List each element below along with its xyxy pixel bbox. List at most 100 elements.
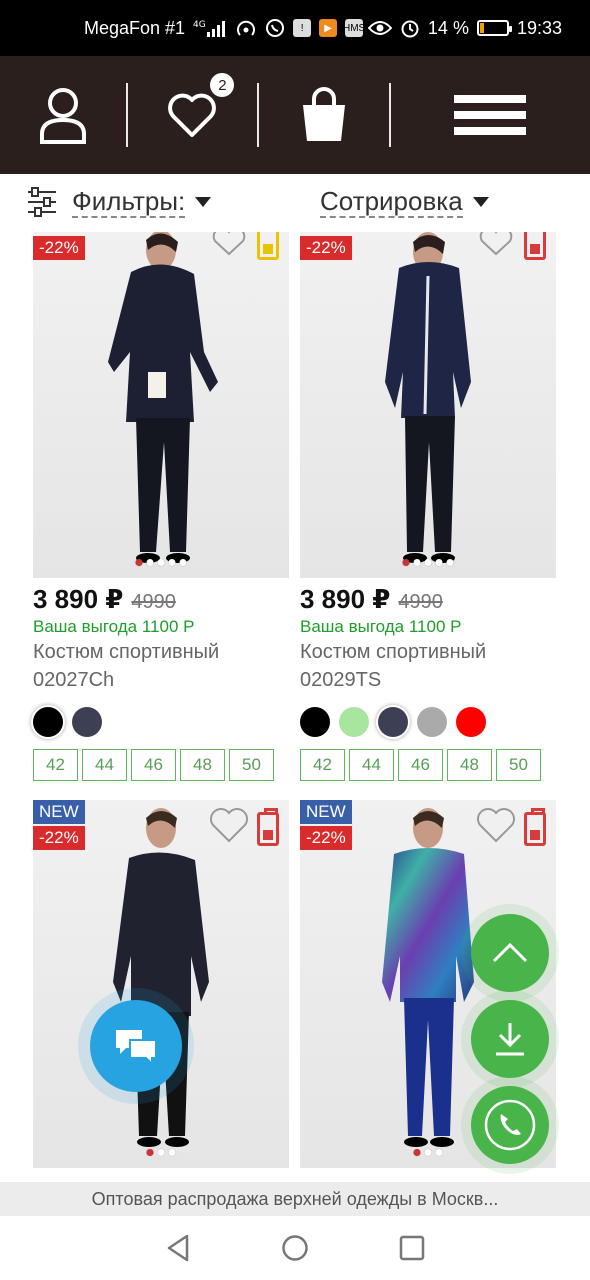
chevron-down-icon bbox=[195, 197, 212, 207]
sort-label: Сотрировка bbox=[320, 186, 463, 218]
size-option[interactable]: 44 bbox=[82, 749, 127, 781]
page-title: Оптовая распродажа верхней одежды в Моск… bbox=[91, 1188, 499, 1209]
product-photo[interactable]: NEW -22% bbox=[33, 800, 289, 1168]
carousel-dot[interactable] bbox=[146, 559, 154, 566]
carousel-dot[interactable] bbox=[413, 559, 421, 566]
page-title-bar[interactable]: Оптовая распродажа верхней одежды в Моск… bbox=[0, 1182, 590, 1216]
shopping-bag-icon bbox=[302, 87, 345, 141]
discount-badge: -22% bbox=[300, 826, 352, 850]
size-option[interactable]: 42 bbox=[33, 749, 78, 781]
chat-button[interactable] bbox=[90, 1000, 182, 1092]
product-card[interactable]: -22% 3 890 ₽ 4990 Ваша выгода 1100 Р Кос… bbox=[300, 232, 556, 781]
carousel-dot[interactable] bbox=[157, 1149, 165, 1156]
whatsapp-icon bbox=[265, 18, 285, 38]
savings-text: Ваша выгода 1100 Р bbox=[33, 617, 195, 636]
color-swatch-red[interactable] bbox=[456, 707, 486, 737]
size-option[interactable]: 46 bbox=[398, 749, 443, 781]
new-badge: NEW bbox=[33, 800, 85, 824]
download-button[interactable] bbox=[471, 1000, 549, 1078]
old-price: 4990 bbox=[398, 591, 443, 613]
product-name[interactable]: Костюм спортивный bbox=[300, 639, 556, 665]
color-swatches bbox=[300, 707, 556, 737]
account-button[interactable] bbox=[0, 56, 126, 174]
price: 3 890 ₽ bbox=[300, 584, 391, 614]
carousel-dot[interactable] bbox=[424, 559, 432, 566]
carousel-dot[interactable] bbox=[435, 559, 443, 566]
color-swatch-black[interactable] bbox=[33, 707, 63, 737]
sort-toggle[interactable]: Сотрировка bbox=[320, 186, 489, 218]
carousel-dot[interactable] bbox=[168, 559, 176, 566]
scroll-to-top-button[interactable] bbox=[471, 914, 549, 992]
size-option[interactable]: 50 bbox=[229, 749, 274, 781]
back-icon[interactable] bbox=[165, 1234, 191, 1262]
color-swatch-grey[interactable] bbox=[417, 707, 447, 737]
stock-level-icon bbox=[257, 808, 279, 846]
image-carousel-dots[interactable] bbox=[135, 559, 187, 566]
filters-toggle[interactable]: Фильтры: bbox=[26, 186, 212, 218]
menu-icon bbox=[454, 87, 527, 143]
size-option[interactable]: 44 bbox=[349, 749, 394, 781]
size-options: 42 44 46 48 50 bbox=[300, 749, 556, 781]
wishlist-count-badge: 2 bbox=[210, 73, 235, 97]
heart-icon[interactable] bbox=[476, 232, 516, 256]
product-photo[interactable]: -22% bbox=[33, 232, 289, 578]
size-option[interactable]: 46 bbox=[131, 749, 176, 781]
stock-level-icon bbox=[524, 808, 546, 846]
product-sku[interactable]: 02029TS bbox=[300, 667, 556, 693]
heart-icon[interactable] bbox=[209, 232, 249, 256]
color-swatch-mint[interactable] bbox=[339, 707, 369, 737]
carousel-dot[interactable] bbox=[157, 559, 165, 566]
size-option[interactable]: 48 bbox=[180, 749, 225, 781]
old-price: 4990 bbox=[131, 591, 176, 613]
color-swatches bbox=[33, 707, 289, 737]
product-model-image bbox=[385, 232, 471, 563]
svg-text:4G: 4G bbox=[193, 20, 206, 30]
product-model-image bbox=[113, 808, 209, 1147]
savings-text: Ваша выгода 1100 Р bbox=[300, 617, 462, 636]
image-carousel-dots[interactable] bbox=[402, 559, 454, 566]
size-option[interactable]: 42 bbox=[300, 749, 345, 781]
carousel-dot[interactable] bbox=[146, 1149, 154, 1156]
heart-icon[interactable] bbox=[476, 808, 516, 844]
product-name[interactable]: Костюм спортивный bbox=[33, 639, 289, 665]
stock-level-icon bbox=[257, 232, 279, 260]
product-sku[interactable]: 02027Ch bbox=[33, 667, 289, 693]
system-nav-bar bbox=[0, 1216, 590, 1280]
call-button[interactable] bbox=[471, 1086, 549, 1164]
signal-icon: 4G bbox=[193, 18, 227, 38]
product-photo[interactable]: -22% bbox=[300, 232, 556, 578]
alarm-icon bbox=[400, 18, 420, 38]
image-carousel-dots[interactable] bbox=[413, 1149, 443, 1156]
color-swatch-navy[interactable] bbox=[72, 707, 102, 737]
product-card[interactable]: -22% 3 890 ₽ 4990 Ваша выгода 1100 Р Кос… bbox=[33, 232, 289, 781]
price-row: 3 890 ₽ 4990 bbox=[300, 584, 556, 615]
carousel-dot[interactable] bbox=[435, 1149, 443, 1156]
home-icon[interactable] bbox=[281, 1234, 309, 1262]
color-swatch-black[interactable] bbox=[300, 707, 330, 737]
size-option[interactable]: 48 bbox=[447, 749, 492, 781]
carousel-dot[interactable] bbox=[135, 559, 143, 566]
heart-icon[interactable] bbox=[209, 808, 249, 844]
carousel-dot[interactable] bbox=[424, 1149, 432, 1156]
product-card[interactable]: NEW -22% bbox=[33, 800, 289, 1168]
filter-sort-bar: Фильтры: Сотрировка bbox=[0, 174, 590, 230]
menu-button[interactable] bbox=[391, 56, 590, 174]
carousel-dot[interactable] bbox=[413, 1149, 421, 1156]
chevron-up-icon bbox=[492, 942, 528, 963]
status-bar: MegaFon #1 4G ! ▶ HMS 14 % 19:33 bbox=[0, 0, 590, 56]
size-option[interactable]: 50 bbox=[496, 749, 541, 781]
carousel-dot[interactable] bbox=[179, 559, 187, 566]
recents-icon[interactable] bbox=[399, 1235, 425, 1261]
image-carousel-dots[interactable] bbox=[146, 1149, 176, 1156]
price: 3 890 ₽ bbox=[33, 584, 124, 614]
color-swatch-navy[interactable] bbox=[378, 707, 408, 737]
download-icon bbox=[496, 1023, 524, 1056]
carousel-dot[interactable] bbox=[402, 559, 410, 566]
filters-label: Фильтры: bbox=[72, 186, 186, 218]
wishlist-button[interactable]: 2 bbox=[128, 56, 258, 174]
discount-badge: -22% bbox=[33, 236, 85, 260]
cart-button[interactable] bbox=[259, 56, 389, 174]
chat-bubbles-icon bbox=[116, 1030, 157, 1066]
carousel-dot[interactable] bbox=[446, 559, 454, 566]
carousel-dot[interactable] bbox=[168, 1149, 176, 1156]
